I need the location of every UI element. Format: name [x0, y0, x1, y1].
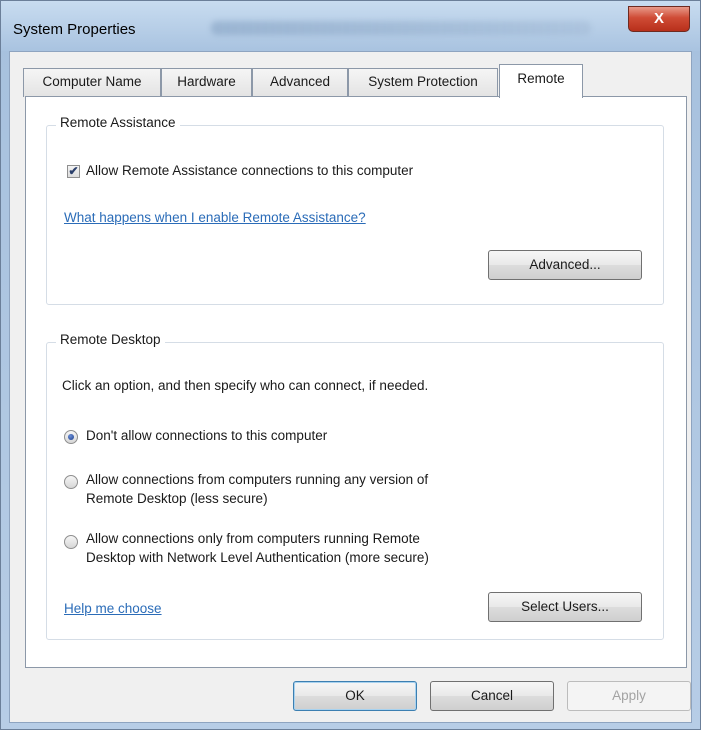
- remote-assistance-help-link[interactable]: What happens when I enable Remote Assist…: [64, 210, 366, 225]
- radio-allow-any-version[interactable]: [64, 475, 78, 489]
- tab-hardware[interactable]: Hardware: [161, 68, 252, 97]
- radio-allow-nla-only-label-line1[interactable]: Allow connections only from computers ru…: [86, 531, 420, 546]
- tab-computer-name[interactable]: Computer Name: [23, 68, 161, 97]
- window-title: System Properties: [13, 21, 136, 38]
- cancel-button[interactable]: Cancel: [430, 681, 554, 711]
- allow-remote-assistance-checkbox[interactable]: ✔: [67, 165, 80, 178]
- close-button[interactable]: X: [628, 6, 690, 32]
- select-users-button[interactable]: Select Users...: [488, 592, 642, 622]
- tab-advanced[interactable]: Advanced: [252, 68, 348, 97]
- radio-dont-allow[interactable]: [64, 430, 78, 444]
- remote-tab-panel: Remote Assistance ✔ Allow Remote Assista…: [25, 96, 687, 668]
- advanced-button[interactable]: Advanced...: [488, 250, 642, 280]
- help-me-choose-link[interactable]: Help me choose: [64, 601, 162, 616]
- ok-button[interactable]: OK: [293, 681, 417, 711]
- radio-allow-nla-only-label-line2[interactable]: Desktop with Network Level Authenticatio…: [86, 550, 429, 565]
- system-properties-window: System Properties X Computer Name Hardwa…: [0, 0, 701, 730]
- title-bar-blur: [211, 21, 591, 35]
- apply-button[interactable]: Apply: [567, 681, 691, 711]
- title-bar[interactable]: System Properties X: [1, 1, 700, 51]
- tab-remote[interactable]: Remote: [499, 64, 583, 98]
- radio-allow-nla-only[interactable]: [64, 535, 78, 549]
- remote-desktop-legend: Remote Desktop: [56, 332, 165, 347]
- close-icon: X: [653, 10, 664, 27]
- remote-assistance-legend: Remote Assistance: [56, 115, 180, 130]
- remote-desktop-instruction: Click an option, and then specify who ca…: [62, 378, 429, 393]
- radio-allow-any-version-label-line2[interactable]: Remote Desktop (less secure): [86, 491, 268, 506]
- radio-allow-any-version-label-line1[interactable]: Allow connections from computers running…: [86, 472, 428, 487]
- allow-remote-assistance-label[interactable]: Allow Remote Assistance connections to t…: [86, 163, 413, 178]
- radio-dont-allow-label[interactable]: Don't allow connections to this computer: [86, 428, 327, 443]
- tab-system-protection[interactable]: System Protection: [348, 68, 498, 97]
